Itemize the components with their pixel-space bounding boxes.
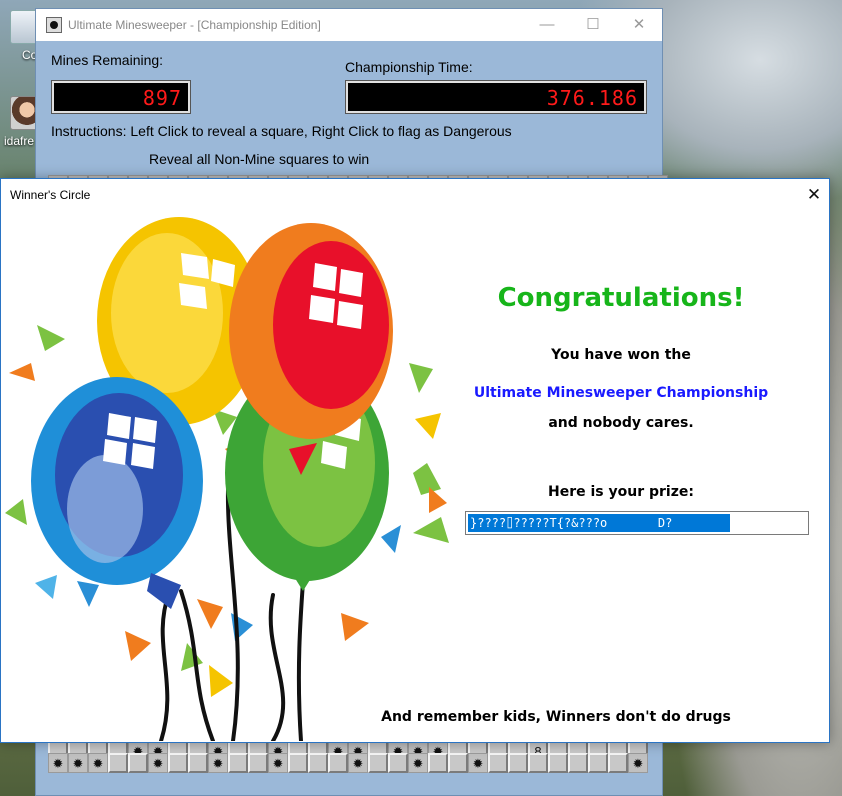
championship-name: Ultimate Minesweeper Championship bbox=[473, 385, 769, 401]
mine-cell[interactable]: ✹ bbox=[348, 753, 368, 773]
congratulations-heading: Congratulations! bbox=[497, 283, 745, 313]
goal-text: Reveal all Non-Mine squares to win bbox=[149, 151, 370, 167]
balloons-illustration bbox=[5, 217, 449, 741]
closing-message: And remember kids, Winners don't do drug… bbox=[381, 709, 731, 725]
minefield-cell[interactable] bbox=[188, 753, 208, 773]
minefield-cell[interactable] bbox=[488, 753, 508, 773]
dialog-close-button[interactable]: ✕ bbox=[799, 179, 829, 211]
minefield-cell[interactable] bbox=[308, 753, 328, 773]
maximize-button[interactable]: ☐ bbox=[570, 9, 616, 41]
mine-app-icon bbox=[46, 17, 62, 33]
dialog-title: Winner's Circle bbox=[10, 188, 91, 202]
mine-cell[interactable]: ✹ bbox=[408, 753, 428, 773]
minefield-cell[interactable] bbox=[588, 753, 608, 773]
winners-circle-dialog: Winner's Circle ✕ Congratulations! You h… bbox=[0, 178, 830, 743]
minefield-cell[interactable] bbox=[108, 753, 128, 773]
mine-cell[interactable]: ✹ bbox=[48, 753, 68, 773]
nobody-cares-text: and nobody cares. bbox=[548, 415, 694, 431]
minefield-cell[interactable] bbox=[128, 753, 148, 773]
won-text: You have won the bbox=[551, 347, 691, 363]
championship-time-label: Championship Time: bbox=[345, 59, 473, 75]
dialog-titlebar[interactable]: Winner's Circle ✕ bbox=[1, 179, 829, 211]
minefield-cell[interactable] bbox=[428, 753, 448, 773]
prize-label: Here is your prize: bbox=[548, 484, 694, 500]
minefield-cell[interactable] bbox=[548, 753, 568, 773]
minefield-cell[interactable] bbox=[448, 753, 468, 773]
mines-remaining-counter: 897 bbox=[51, 80, 191, 114]
minefield-cell[interactable] bbox=[248, 753, 268, 773]
instructions-text: Instructions: Left Click to reveal a squ… bbox=[51, 123, 512, 139]
mine-cell[interactable]: ✹ bbox=[628, 753, 648, 773]
window-title: Ultimate Minesweeper - [Championship Edi… bbox=[68, 18, 321, 32]
championship-time-counter: 376.186 bbox=[345, 80, 647, 114]
minefield-cell[interactable] bbox=[168, 753, 188, 773]
minefield-cell[interactable] bbox=[608, 753, 628, 773]
mine-cell[interactable]: ✹ bbox=[68, 753, 88, 773]
mine-cell[interactable]: ✹ bbox=[208, 753, 228, 773]
minefield-cell[interactable] bbox=[388, 753, 408, 773]
minefield-cell[interactable] bbox=[528, 753, 548, 773]
mines-remaining-label: Mines Remaining: bbox=[51, 52, 164, 68]
minefield-cell[interactable] bbox=[508, 753, 528, 773]
minimize-button[interactable]: — bbox=[524, 9, 570, 41]
mine-cell[interactable]: ✹ bbox=[148, 753, 168, 773]
mine-cell[interactable]: ✹ bbox=[268, 753, 288, 773]
desktop-icon-label: idafre bbox=[4, 134, 35, 148]
prize-text-field[interactable]: }????⌷?????T{?&???o D? bbox=[465, 511, 809, 535]
minefield-cell[interactable] bbox=[568, 753, 588, 773]
minefield-cell[interactable] bbox=[328, 753, 348, 773]
mine-cell[interactable]: ✹ bbox=[468, 753, 488, 773]
minesweeper-titlebar[interactable]: Ultimate Minesweeper - [Championship Edi… bbox=[36, 9, 662, 41]
mine-cell[interactable]: ✹ bbox=[88, 753, 108, 773]
close-button[interactable]: ✕ bbox=[616, 9, 662, 41]
minefield-cell[interactable] bbox=[368, 753, 388, 773]
minefield-cell[interactable] bbox=[288, 753, 308, 773]
minefield-cell[interactable] bbox=[228, 753, 248, 773]
minefield-row: ✹ ✹ ✹ ✹ ✹ ✹ ✹ ✹ ✹ ✹ bbox=[48, 753, 648, 773]
prize-value-selected[interactable]: }????⌷?????T{?&???o D? bbox=[468, 514, 730, 532]
blue-balloon-icon bbox=[31, 377, 203, 609]
